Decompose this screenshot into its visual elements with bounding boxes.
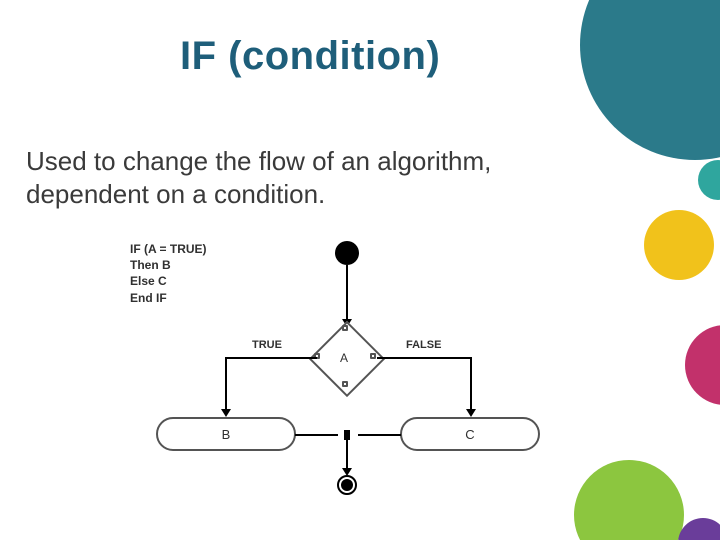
edge-c-out: [358, 434, 401, 436]
edge-merge-top: [344, 430, 350, 440]
decor-circle-purple: [678, 518, 720, 540]
page-title: IF (condition): [180, 34, 440, 79]
true-label: TRUE: [252, 339, 282, 351]
false-label: FALSE: [406, 339, 441, 351]
arrow-false: [466, 409, 476, 417]
slide: IF (condition) Used to change the flow o…: [0, 0, 720, 540]
edge-merge-end: [346, 440, 348, 470]
op-b: B: [156, 417, 296, 451]
edge-start-a: [346, 265, 348, 321]
edge-a-true-h: [225, 357, 317, 359]
decor-circle-teal: [698, 160, 720, 200]
decor-circle-yellow: [644, 210, 714, 280]
decision-label: A: [340, 351, 348, 365]
op-b-label: B: [222, 427, 231, 442]
edge-a-false-h: [377, 357, 472, 359]
flow-canvas: A TRUE FALSE B C: [130, 235, 550, 505]
flowchart: IF (A = TRUE) Then B Else C End IF A TRU…: [130, 235, 550, 505]
arrow-true: [221, 409, 231, 417]
op-c: C: [400, 417, 540, 451]
end-node-inner: [341, 479, 353, 491]
decor-circle-green: [574, 460, 684, 540]
edge-a-true-v: [225, 357, 227, 411]
decision-port-bottom: [342, 381, 348, 387]
decision-port-top: [342, 325, 348, 331]
edge-b-out: [295, 434, 338, 436]
body-text: Used to change the flow of an algorithm,…: [26, 145, 566, 210]
decor-circle-magenta: [685, 325, 720, 405]
edge-a-false-v: [470, 357, 472, 411]
end-node: [337, 475, 357, 495]
start-node: [335, 241, 359, 265]
op-c-label: C: [465, 427, 474, 442]
decision-port-right: [370, 353, 376, 359]
decor-circle-large: [580, 0, 720, 160]
